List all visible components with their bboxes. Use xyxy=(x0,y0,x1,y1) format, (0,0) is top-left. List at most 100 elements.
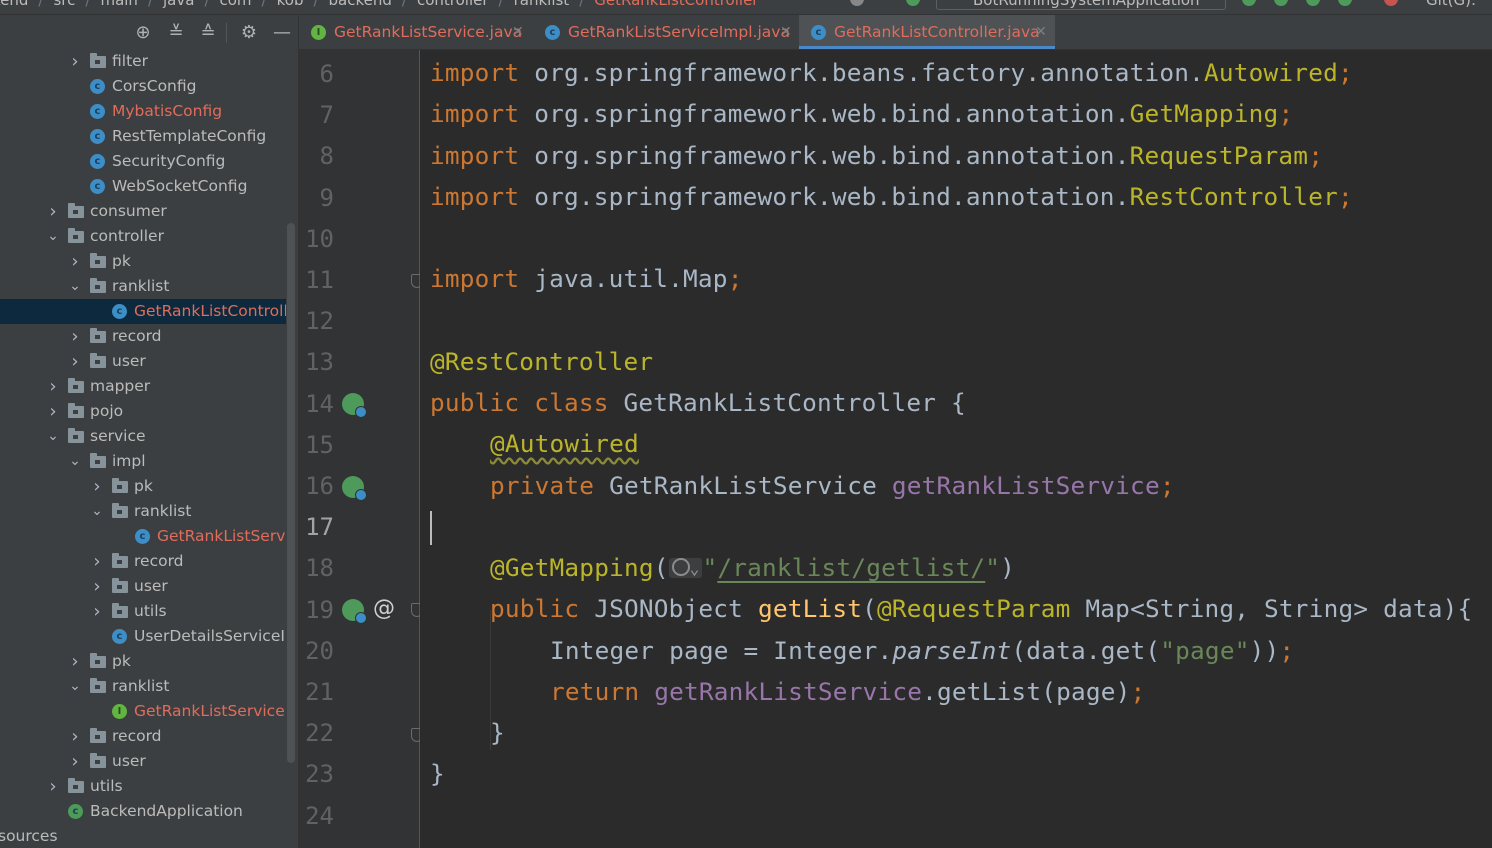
line-number: 9 xyxy=(319,183,334,212)
spring-bean-icon[interactable] xyxy=(342,393,367,418)
close-icon[interactable]: ✕ xyxy=(780,15,792,49)
tab-getranklistserviceimpl[interactable]: c GetRankListServiceImpl.java ✕ xyxy=(533,15,795,49)
tree-row-filter[interactable]: › filter xyxy=(0,49,286,74)
tree-row-pk[interactable]: › pk xyxy=(0,474,286,499)
chevron-right-icon[interactable]: › xyxy=(90,599,104,624)
tree-row-pojo[interactable]: › pojo xyxy=(0,399,286,424)
breadcrumb-item[interactable]: kob xyxy=(277,0,304,9)
tab-getranklistcontroller[interactable]: c GetRankListController.java ✕ xyxy=(799,15,1055,49)
class-icon: c xyxy=(112,629,127,644)
chevron-down-icon[interactable]: ⌄ xyxy=(46,224,60,249)
annotation-at-icon[interactable]: @ xyxy=(373,596,395,621)
tree-row-pk[interactable]: › pk xyxy=(0,649,286,674)
build-icon[interactable] xyxy=(906,0,920,6)
interface-icon: I xyxy=(112,704,127,719)
tree-row-utils[interactable]: › utils xyxy=(0,774,286,799)
tree-row-consumer[interactable]: › consumer xyxy=(0,199,286,224)
project-scrollbar[interactable] xyxy=(287,223,295,763)
tree-row-backendapplication[interactable]: c BackendApplication xyxy=(0,799,286,824)
chevron-right-icon[interactable]: › xyxy=(90,574,104,599)
chevron-right-icon[interactable]: › xyxy=(46,399,60,424)
tree-row-securityconfig[interactable]: c SecurityConfig xyxy=(0,149,286,174)
chevron-right-icon[interactable]: › xyxy=(90,474,104,499)
tree-row-service[interactable]: ⌄ service xyxy=(0,424,286,449)
expand-all-icon[interactable]: ≚ xyxy=(166,23,186,43)
breadcrumb-item[interactable]: com xyxy=(220,0,252,9)
code-editor[interactable]: import org.springframework.beans.factory… xyxy=(420,50,1492,848)
tree-row-label: controller xyxy=(90,227,164,245)
folder-icon xyxy=(68,203,84,218)
chevron-right-icon[interactable]: › xyxy=(68,349,82,374)
tree-row-record[interactable]: › record xyxy=(0,324,286,349)
chevron-right-icon[interactable]: › xyxy=(46,774,60,799)
chevron-right-icon[interactable]: › xyxy=(90,549,104,574)
breadcrumb-item[interactable]: backend xyxy=(329,0,392,9)
hide-icon[interactable]: — xyxy=(272,23,292,43)
tree-row-mapper[interactable]: › mapper xyxy=(0,374,286,399)
debug-icon[interactable] xyxy=(1274,0,1288,6)
tree-row-utils[interactable]: › utils xyxy=(0,599,286,624)
editor-gutter[interactable]: 6 7 8 9 10 11 12 13 14 15 16 17 18 19 20 21 22 23 24 @ xyxy=(299,50,423,848)
tree-row-user[interactable]: › user xyxy=(0,349,286,374)
stop-icon[interactable] xyxy=(1384,0,1398,6)
code-line-8: import org.springframework.web.bind.anno… xyxy=(430,141,1324,170)
chevron-down-icon[interactable]: ⌄ xyxy=(46,424,60,449)
close-icon[interactable]: ✕ xyxy=(1035,15,1047,49)
tree-row-ranklist[interactable]: ⌄ ranklist xyxy=(0,274,286,299)
tree-row-pk[interactable]: › pk xyxy=(0,249,286,274)
tree-row-getranklistservice[interactable]: I GetRankListService xyxy=(0,699,286,724)
tree-row-userdetailsserviceimpl[interactable]: c UserDetailsServiceImpl xyxy=(0,624,286,649)
breadcrumb-item[interactable]: ranklist xyxy=(514,0,570,9)
code-line-16: private GetRankListService getRankListSe… xyxy=(490,471,1175,500)
spring-autowired-icon[interactable] xyxy=(342,476,367,501)
breadcrumb-item[interactable]: src xyxy=(53,0,75,9)
tree-row-record[interactable]: › record xyxy=(0,724,286,749)
breadcrumb-item[interactable]: controller xyxy=(417,0,489,9)
close-icon[interactable]: ✕ xyxy=(512,15,524,49)
interface-icon: I xyxy=(311,25,326,40)
tree-row-controller[interactable]: ⌄ controller xyxy=(0,224,286,249)
locate-icon[interactable]: ⊕ xyxy=(133,23,153,43)
tree-row-user[interactable]: › user xyxy=(0,749,286,774)
tree-row-corsconfig[interactable]: c CorsConfig xyxy=(0,74,286,99)
chevron-down-icon[interactable]: ⌄ xyxy=(68,449,82,474)
gear-icon[interactable]: ⚙ xyxy=(239,23,259,43)
chevron-right-icon[interactable]: › xyxy=(46,374,60,399)
collapse-all-icon[interactable]: ≙ xyxy=(198,23,218,43)
breadcrumb-item[interactable]: kend xyxy=(0,0,28,9)
tree-row-user[interactable]: › user xyxy=(0,574,286,599)
tree-row-getranklistcontroller[interactable]: c GetRankListController xyxy=(0,299,286,324)
tree-row-mybatisconfig[interactable]: c MybatisConfig xyxy=(0,99,286,124)
chevron-right-icon[interactable]: › xyxy=(68,49,82,74)
tree-row-impl[interactable]: ⌄ impl xyxy=(0,449,286,474)
breadcrumb-item[interactable]: GetRankListController xyxy=(594,0,758,9)
tree-row-sources[interactable]: sources xyxy=(0,824,286,848)
folder-icon xyxy=(68,778,84,793)
chevron-right-icon[interactable]: › xyxy=(68,324,82,349)
tree-row-ranklist[interactable]: ⌄ ranklist xyxy=(0,499,286,524)
tree-row-getranklistserviceimpl[interactable]: c GetRankListServiceImpl xyxy=(0,524,286,549)
tab-getranklistservice[interactable]: I GetRankListService.java ✕ xyxy=(299,15,531,49)
spring-request-mapping-icon[interactable] xyxy=(342,599,367,624)
tree-row-label: service xyxy=(90,427,146,445)
web-endpoint-inlay[interactable]: ⌄ xyxy=(668,558,703,578)
chevron-right-icon[interactable]: › xyxy=(68,249,82,274)
profile-icon[interactable] xyxy=(1338,0,1352,6)
breadcrumb-item[interactable]: main xyxy=(100,0,137,9)
tree-row-websocketconfig[interactable]: c WebSocketConfig xyxy=(0,174,286,199)
chevron-right-icon[interactable]: › xyxy=(46,199,60,224)
coverage-icon[interactable] xyxy=(1306,0,1320,6)
chevron-right-icon[interactable]: › xyxy=(68,724,82,749)
chevron-down-icon[interactable]: ⌄ xyxy=(68,274,82,299)
user-icon[interactable] xyxy=(850,0,864,6)
chevron-down-icon[interactable]: ⌄ xyxy=(90,499,104,524)
chevron-right-icon[interactable]: › xyxy=(68,749,82,774)
chevron-right-icon[interactable]: › xyxy=(68,649,82,674)
tree-row-record[interactable]: › record xyxy=(0,549,286,574)
chevron-down-icon[interactable]: ⌄ xyxy=(68,674,82,699)
tree-row-resttemplateconfig[interactable]: c RestTemplateConfig xyxy=(0,124,286,149)
run-configuration-select[interactable]: BotRunningSystemApplication xyxy=(936,0,1226,10)
run-icon[interactable] xyxy=(1242,0,1256,6)
tree-row-ranklist[interactable]: ⌄ ranklist xyxy=(0,674,286,699)
breadcrumb-item[interactable]: java xyxy=(163,0,194,9)
